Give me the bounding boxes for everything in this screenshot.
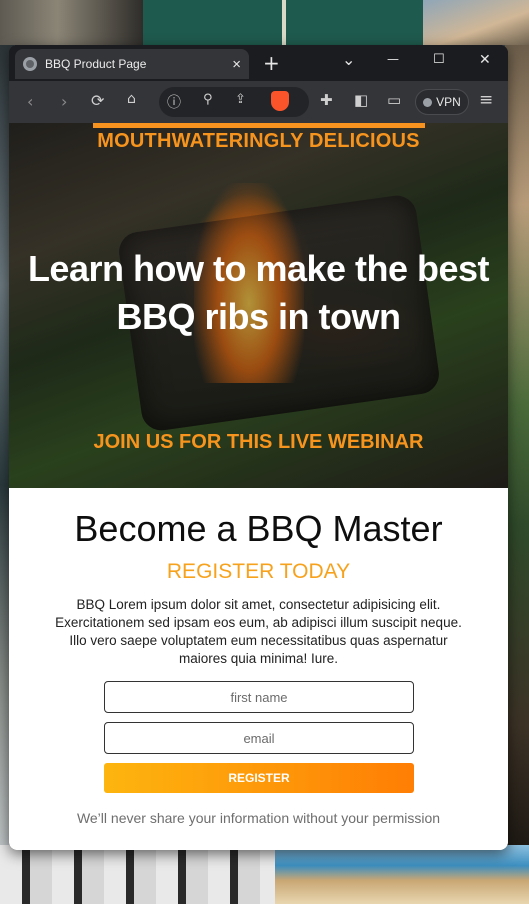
maximize-button[interactable]: ☐ — [433, 52, 445, 67]
hero-headline: Learn how to make the best BBQ ribs in t… — [9, 245, 508, 341]
info-icon[interactable]: ⓘ — [167, 92, 181, 112]
browser-window: BBQ Product Page × + ⌄ — ☐ ✕ ‹ › ⟳ ⌂ ⓘ ⚲… — [9, 45, 508, 850]
register-subtitle: REGISTER TODAY — [166, 560, 351, 583]
active-tab[interactable]: BBQ Product Page × — [15, 49, 249, 79]
menu-icon[interactable]: ≡ — [479, 90, 493, 110]
hero-eyebrow: MOUTHWATERINGLY DELICIOUS — [97, 130, 420, 152]
headline-suffix: in town — [268, 296, 401, 337]
privacy-note: We’ll never share your information witho… — [76, 810, 441, 826]
register-button[interactable]: REGISTER — [104, 763, 414, 793]
minimize-button[interactable]: — — [387, 52, 399, 66]
vpn-button[interactable]: VPN — [415, 89, 469, 115]
tab-title: BBQ Product Page — [45, 57, 147, 71]
wallpaper-tile — [0, 0, 143, 45]
headline-prefix: Learn how to make — [27, 248, 356, 289]
vpn-status-icon — [423, 97, 433, 107]
wallpaper-tile — [423, 0, 529, 45]
hero-accent-bar — [93, 123, 425, 128]
reload-icon[interactable]: ⟳ — [91, 91, 104, 110]
forward-icon[interactable]: › — [61, 92, 67, 111]
share-icon[interactable]: ⇪ — [235, 92, 246, 107]
page-viewport: MOUTHWATERINGLY DELICIOUS Learn how to m… — [9, 123, 508, 850]
back-icon[interactable]: ‹ — [27, 92, 33, 111]
wallet-icon[interactable]: ▭ — [387, 91, 401, 109]
tab-search-dropdown[interactable]: ⌄ — [342, 50, 355, 69]
zoom-icon[interactable]: ⚲ — [203, 92, 213, 107]
window-close-button[interactable]: ✕ — [479, 52, 491, 68]
browser-toolbar: ‹ › ⟳ ⌂ ⓘ ⚲ ⇪ ✚ ◧ ▭ VPN ≡ — [9, 81, 508, 123]
description-text: BBQ Lorem ipsum dolor sit amet, consecte… — [55, 597, 462, 666]
title-bar: BBQ Product Page × + ⌄ — ☐ ✕ — [9, 45, 508, 81]
tab-close-button[interactable]: × — [232, 56, 241, 73]
page-title: Become a BBQ Master — [74, 508, 443, 549]
wallpaper-tile — [275, 845, 529, 904]
vpn-label: VPN — [436, 95, 461, 109]
sidebar-icon[interactable]: ◧ — [354, 91, 368, 109]
extensions-icon[interactable]: ✚ — [320, 91, 333, 109]
wallpaper-tile — [0, 845, 275, 904]
email-field[interactable] — [104, 722, 414, 754]
first-name-field[interactable] — [104, 681, 414, 713]
globe-icon — [23, 57, 37, 71]
new-tab-button[interactable]: + — [263, 51, 280, 75]
wallpaper-tile — [282, 0, 286, 45]
brave-shield-icon[interactable] — [271, 91, 289, 111]
hero-banner: MOUTHWATERINGLY DELICIOUS Learn how to m… — [9, 123, 508, 488]
hero-subline: JOIN US FOR THIS LIVE WEBINAR — [93, 431, 424, 453]
signup-section: Become a BBQ Master REGISTER TODAY BBQ L… — [9, 488, 508, 850]
bookmark-icon[interactable]: ⌂ — [127, 91, 136, 107]
wallpaper-tile — [505, 45, 529, 845]
